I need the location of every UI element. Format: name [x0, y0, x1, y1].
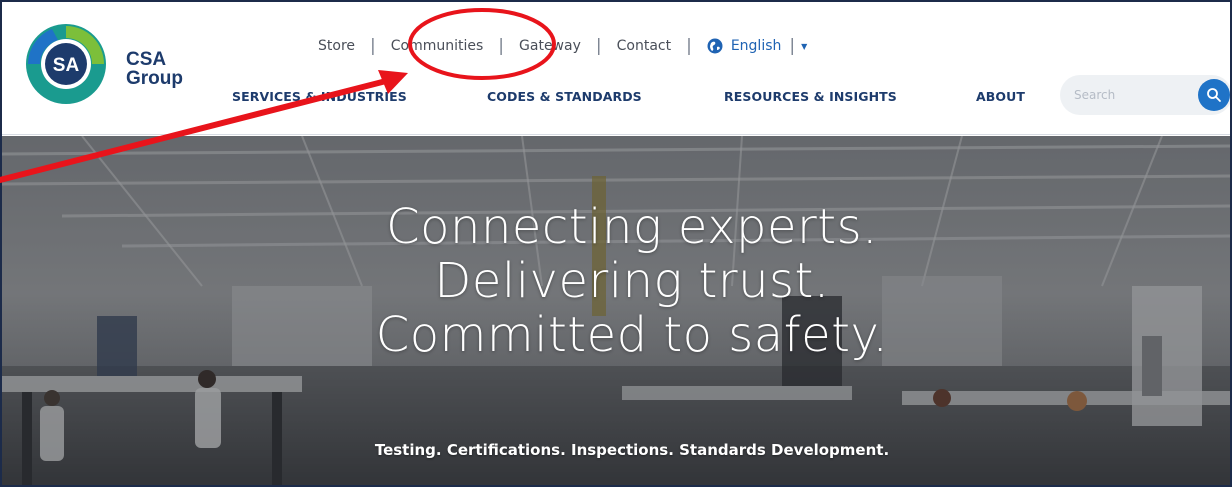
logo-text-line1: CSA — [126, 49, 167, 70]
nav-resources-insights[interactable]: RESOURCES & INSIGHTS — [724, 89, 897, 104]
language-label: English — [730, 38, 782, 54]
nav-separator: | — [498, 35, 505, 56]
nav-codes-standards[interactable]: CODES & STANDARDS — [487, 89, 642, 104]
utility-link-contact[interactable]: Contact — [617, 38, 671, 54]
search-button[interactable] — [1198, 79, 1230, 111]
logo-wordmark: CSA Group — [126, 50, 183, 88]
hero-subtitle: Testing. Certifications. Inspections. St… — [374, 441, 890, 459]
globe-icon — [707, 38, 723, 54]
utility-link-store[interactable]: Store — [318, 38, 355, 54]
main-nav: SERVICES & INDUSTRIES CODES & STANDARDS … — [232, 89, 1032, 107]
nav-services-industries[interactable]: SERVICES & INDUSTRIES — [232, 89, 407, 104]
csa-logo-mark-icon: SA — [26, 24, 106, 104]
hero-headline-line: Connecting experts. — [386, 199, 878, 255]
language-selector[interactable]: English | ▼ — [707, 35, 808, 56]
hero-headline-line: Delivering trust. — [434, 253, 830, 309]
logo-text-line2: Group — [126, 68, 183, 89]
hero-headline: Connecting experts. Delivering trust. Co… — [252, 200, 1012, 362]
utility-link-gateway[interactable]: Gateway — [519, 38, 581, 54]
search-box — [1060, 75, 1230, 115]
utility-nav: Store | Communities | Gateway | Contact … — [318, 36, 807, 56]
csa-group-logo[interactable]: SA CSA Group — [22, 20, 192, 110]
nav-separator: | — [595, 35, 602, 56]
nav-separator: | — [686, 35, 692, 56]
hero-headline-line: Committed to safety. — [375, 307, 889, 363]
utility-link-communities[interactable]: Communities — [391, 38, 484, 54]
search-icon — [1207, 88, 1221, 102]
browser-viewport: SA CSA Group Store | Communities | Gatew… — [0, 0, 1232, 487]
logo-mark-letters: SA — [53, 55, 80, 76]
nav-about[interactable]: ABOUT — [976, 89, 1025, 104]
nav-separator: | — [789, 35, 796, 56]
nav-separator: | — [370, 35, 376, 56]
caret-down-icon: ▼ — [801, 41, 808, 51]
hero-banner: Connecting experts. Delivering trust. Co… — [2, 136, 1230, 485]
site-header: SA CSA Group Store | Communities | Gatew… — [2, 2, 1230, 135]
